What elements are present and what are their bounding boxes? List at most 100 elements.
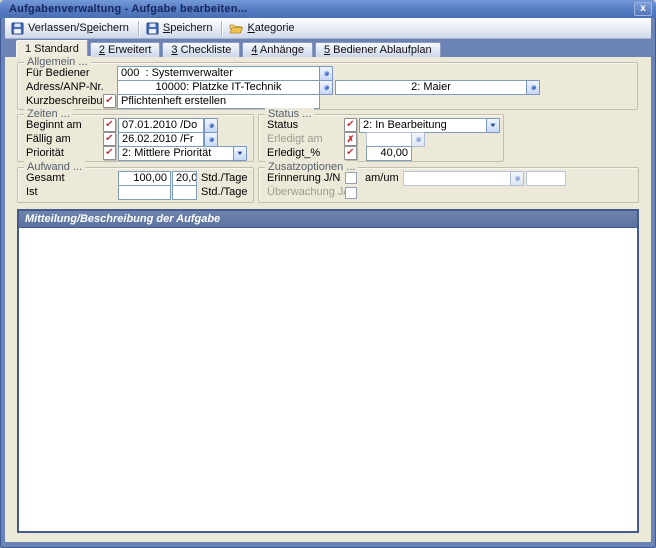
group-zusatzoptionen: Zusatzoptionen ... Erinnerung J/N am/um … xyxy=(258,167,639,203)
lookup-dot-icon xyxy=(515,176,520,181)
erledigt-am-picker-button[interactable] xyxy=(411,132,425,147)
ist-tage-field[interactable] xyxy=(172,185,197,200)
status-label: Status xyxy=(267,119,298,132)
ueberwachung-label: Überwachung J/N xyxy=(267,186,354,199)
tab-standard[interactable]: 1 Standard xyxy=(16,40,88,57)
erinnerung-datum-field[interactable] xyxy=(403,171,511,186)
lookup-dot-icon xyxy=(531,85,536,90)
tab-panel-standard: Allgemein ... Für Bediener 000 : Systemv… xyxy=(5,57,651,542)
beginnt-am-label: Beginnt am xyxy=(26,119,82,132)
check-icon: ✓ xyxy=(346,148,355,159)
category-button[interactable]: Kategorie xyxy=(226,21,299,36)
category-label: Kategorie xyxy=(247,22,294,34)
save-and-exit-button[interactable]: Verlassen/Speichern xyxy=(8,21,134,36)
kurzbeschreibung-edit-button[interactable]: ✓ xyxy=(103,94,116,108)
tab-checkliste[interactable]: 3 Checkliste xyxy=(162,42,240,57)
status-edit-button[interactable]: ✓ xyxy=(344,118,357,132)
status-dropdown-button[interactable]: ▼ xyxy=(486,118,500,133)
faellig-am-picker-button[interactable] xyxy=(204,132,218,147)
x-icon: ✗ xyxy=(347,135,355,144)
bediener2-lookup-button[interactable] xyxy=(526,80,540,95)
tab-anhaenge[interactable]: 4 Anhänge xyxy=(242,42,313,57)
erinnerung-datum-picker-button[interactable] xyxy=(510,171,524,186)
save-icon xyxy=(146,22,159,35)
faellig-am-field[interactable]: 26.02.2010 /Fr xyxy=(118,132,204,147)
erledigt-am-label: Erledigt am xyxy=(267,133,323,146)
tab-standard-label: 1 Standard xyxy=(25,43,79,55)
lookup-dot-icon xyxy=(324,71,329,76)
prioritaet-combobox[interactable]: 2: Mittlere Priorität xyxy=(118,146,234,161)
save-icon xyxy=(11,22,24,35)
title-bar: Aufgabenverwaltung - Aufgabe bearbeiten.… xyxy=(0,0,656,18)
prioritaet-edit-button[interactable]: ✓ xyxy=(103,146,116,160)
mitteilung-textarea[interactable] xyxy=(19,229,637,531)
adress-anp-field[interactable]: 10000: Platzke IT-Technik xyxy=(117,80,320,95)
check-icon: ✓ xyxy=(105,148,114,159)
check-icon: ✓ xyxy=(105,120,114,131)
window-title: Aufgabenverwaltung - Aufgabe bearbeiten.… xyxy=(9,3,247,15)
check-icon: ✓ xyxy=(105,134,114,145)
erledigt-prozent-label: Erledigt_% xyxy=(267,147,320,160)
tab-bediener-ablaufplan[interactable]: 5 Bediener Ablaufplan xyxy=(315,42,441,57)
ist-unit-label: Std./Tage xyxy=(201,186,247,199)
toolbar-separator xyxy=(138,21,139,36)
erledigt-prozent-edit-button[interactable]: ✓ xyxy=(344,146,357,160)
window-body: Verlassen/Speichern Speichern xyxy=(5,18,651,542)
fuer-bediener-lookup-button[interactable] xyxy=(319,66,333,81)
check-icon: ✓ xyxy=(105,96,114,107)
lookup-dot-icon xyxy=(209,137,214,142)
lookup-dot-icon xyxy=(324,85,329,90)
save-button[interactable]: Speichern xyxy=(143,21,218,36)
tab-checkliste-label: 3 Checkliste xyxy=(171,44,231,56)
prioritaet-dropdown-button[interactable]: ▼ xyxy=(233,146,247,161)
check-icon: ✓ xyxy=(346,120,355,131)
faellig-am-edit-button[interactable]: ✓ xyxy=(103,132,116,146)
adress-anp-lookup-button[interactable] xyxy=(319,80,333,95)
save-and-exit-label: Verlassen/Speichern xyxy=(28,22,129,34)
close-button[interactable]: x xyxy=(634,2,652,16)
am-um-label: am/um xyxy=(365,172,399,185)
status-combobox[interactable]: 2: In Bearbeitung xyxy=(359,118,487,133)
beginnt-am-field[interactable]: 07.01.2010 /Do xyxy=(118,118,204,133)
faellig-am-label: Fällig am xyxy=(26,133,71,146)
gesamt-unit-label: Std./Tage xyxy=(201,172,247,185)
ist-label: Ist xyxy=(26,186,38,199)
mitteilung-box: Mitteilung/Beschreibung der Aufgabe xyxy=(17,209,639,533)
group-zeiten: Zeiten ... Beginnt am ✓ 07.01.2010 /Do F… xyxy=(17,114,254,162)
chevron-down-icon: ▼ xyxy=(236,151,244,157)
beginnt-am-edit-button[interactable]: ✓ xyxy=(103,118,116,132)
kurzbeschreibung-field[interactable]: Pflichtenheft erstellen xyxy=(117,94,320,109)
bediener2-field[interactable]: 2: Maier xyxy=(335,80,527,95)
toolbar-separator xyxy=(221,21,222,36)
fuer-bediener-field[interactable]: 000 : Systemverwalter xyxy=(117,66,320,81)
lookup-dot-icon xyxy=(416,137,421,142)
adress-anp-label: Adress/ANP-Nr. xyxy=(26,81,104,94)
kurzbeschreibung-label: Kurzbeschreibung xyxy=(26,95,115,108)
tab-anhaenge-label: 4 Anhänge xyxy=(251,44,304,56)
fuer-bediener-label: Für Bediener xyxy=(26,67,90,80)
ist-stunden-field[interactable] xyxy=(118,185,171,200)
tab-erweitert[interactable]: 2 Erweitert xyxy=(90,42,161,57)
tab-strip: 1 Standard 2 Erweitert 3 Checkliste 4 An… xyxy=(5,39,651,57)
ueberwachung-checkbox[interactable] xyxy=(345,187,357,199)
erledigt-prozent-field[interactable]: 40,00 xyxy=(366,146,412,161)
tab-erweitert-label: 2 Erweitert xyxy=(99,44,152,56)
tab-bediener-ablaufplan-label: 5 Bediener Ablaufplan xyxy=(324,44,432,56)
folder-open-icon xyxy=(229,22,243,35)
app-window: Aufgabenverwaltung - Aufgabe bearbeiten.… xyxy=(0,0,656,548)
save-label: Speichern xyxy=(163,22,213,34)
toolbar: Verlassen/Speichern Speichern xyxy=(5,18,651,39)
group-aufwand: Aufwand ... Gesamt 100,00 20,0 Std./Tage… xyxy=(17,167,254,203)
gesamt-stunden-field[interactable]: 100,00 xyxy=(118,171,171,186)
lookup-dot-icon xyxy=(209,123,214,128)
group-allgemein: Allgemein ... Für Bediener 000 : Systemv… xyxy=(17,62,638,110)
erinnerung-checkbox[interactable] xyxy=(345,172,357,184)
beginnt-am-picker-button[interactable] xyxy=(204,118,218,133)
gesamt-tage-field[interactable]: 20,0 xyxy=(172,171,197,186)
group-status: Status ... Status ✓ 2: In Bearbeitung ▼ … xyxy=(258,114,504,162)
erledigt-am-field[interactable] xyxy=(366,132,412,147)
prioritaet-label: Priorität xyxy=(26,147,64,160)
erinnerung-zeit-field[interactable] xyxy=(526,171,566,186)
erinnerung-label: Erinnerung J/N xyxy=(267,172,340,185)
erledigt-am-clear-button[interactable]: ✗ xyxy=(344,132,357,146)
